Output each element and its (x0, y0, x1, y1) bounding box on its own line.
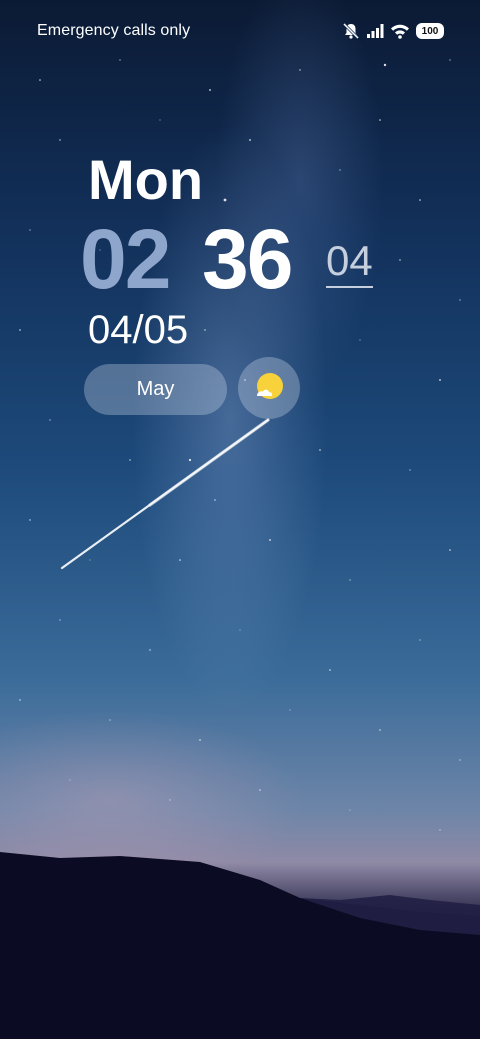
clock-seconds: 04 (326, 240, 373, 288)
wifi-icon (391, 24, 409, 39)
month-chip-label: May (136, 378, 175, 400)
mountain-silhouette (0, 852, 480, 1039)
bell-off-icon (342, 22, 360, 40)
clock-minute: 36 (202, 212, 293, 306)
wallpaper (0, 0, 480, 1039)
date-label: 04/05 (88, 308, 189, 352)
month-chip[interactable]: May (84, 364, 227, 415)
battery-indicator: 100 (416, 23, 444, 39)
status-icons: 100 (342, 22, 444, 40)
status-bar: Emergency calls only 100 (0, 18, 480, 46)
signal-icon (367, 24, 384, 38)
weekday-label: Mon (88, 148, 204, 211)
partly-cloudy-sun-icon (257, 373, 283, 399)
weather-button[interactable] (238, 357, 300, 419)
carrier-status-text: Emergency calls only (37, 22, 191, 39)
clock-hour: 02 (80, 212, 171, 306)
